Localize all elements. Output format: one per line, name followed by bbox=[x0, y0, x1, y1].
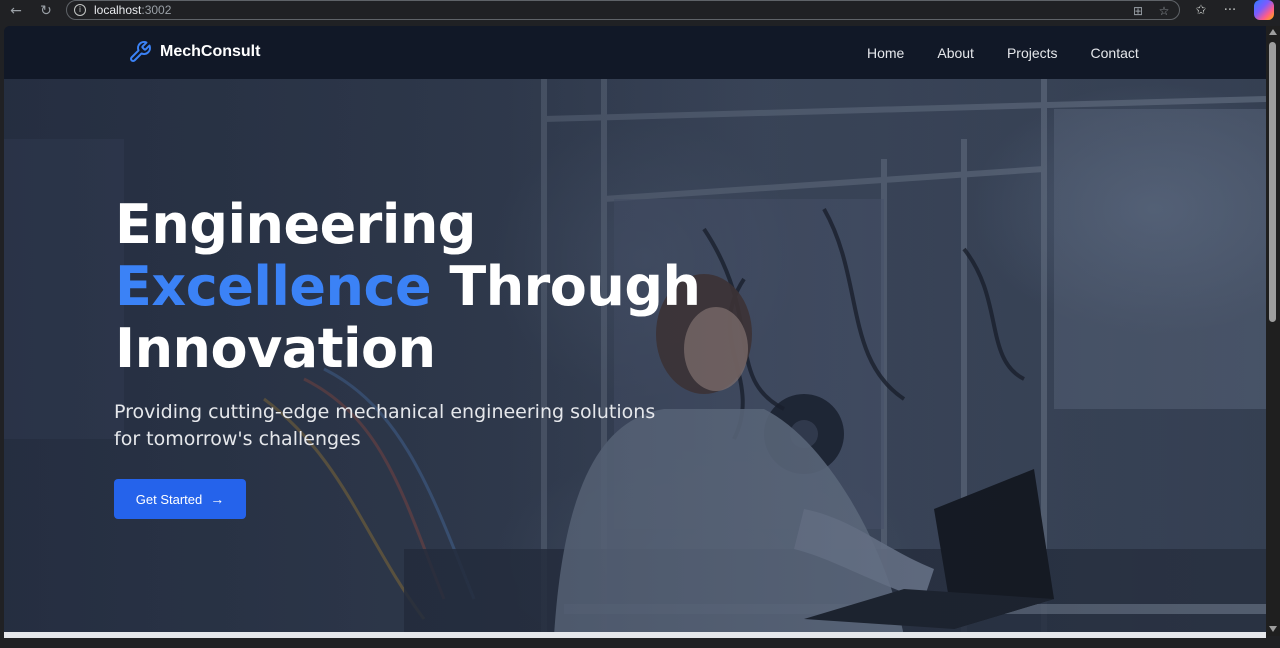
nav-link-contact[interactable]: Contact bbox=[1091, 45, 1139, 61]
back-button[interactable]: ← bbox=[6, 1, 26, 21]
hero-subtitle: Providing cutting-edge mechanical engine… bbox=[114, 401, 656, 450]
site-navbar: MechConsult Home About Projects Contact bbox=[4, 26, 1266, 79]
headline-through: Through bbox=[449, 255, 701, 318]
nav-links: Home About Projects Contact bbox=[867, 45, 1139, 61]
headline-line-3: Innovation bbox=[115, 317, 436, 380]
vertical-scrollbar[interactable] bbox=[1266, 26, 1280, 636]
more-icon[interactable]: ··· bbox=[1220, 1, 1240, 21]
nav-link-home[interactable]: Home bbox=[867, 45, 904, 61]
headline-line-1: Engineering bbox=[115, 193, 476, 256]
get-started-label: Get Started bbox=[135, 491, 203, 507]
nav-link-projects[interactable]: Projects bbox=[1007, 45, 1058, 61]
arrow-right-icon: → bbox=[210, 491, 225, 507]
get-started-button[interactable]: Get Started → bbox=[114, 479, 246, 519]
nav-link-about[interactable]: About bbox=[937, 45, 974, 61]
copilot-icon[interactable] bbox=[1254, 0, 1274, 20]
favorites-icon[interactable]: ✩ bbox=[1191, 1, 1211, 21]
split-screen-icon[interactable]: ⊞ bbox=[1129, 2, 1147, 20]
scroll-up-icon[interactable] bbox=[1269, 29, 1277, 35]
hero-section: Engineering Excellence Through Innovatio… bbox=[4, 79, 1266, 636]
browser-toolbar: ← ↻ i localhost:3002 ⊞ ☆ ✩ ··· bbox=[0, 0, 1280, 22]
hero-headline: Engineering Excellence Through Innovatio… bbox=[115, 194, 755, 380]
page-viewport: MechConsult Home About Projects Contact bbox=[4, 26, 1266, 636]
scroll-down-icon[interactable] bbox=[1269, 626, 1277, 632]
wrench-icon bbox=[128, 40, 152, 64]
brand[interactable]: MechConsult bbox=[128, 40, 260, 64]
browser-bottom-edge bbox=[0, 638, 1280, 648]
star-icon[interactable]: ☆ bbox=[1155, 2, 1173, 20]
address-bar[interactable]: i localhost:3002 ⊞ ☆ bbox=[66, 0, 1180, 20]
headline-accent: Excellence bbox=[115, 255, 432, 318]
url-port: :3002 bbox=[141, 3, 172, 17]
url-host: localhost bbox=[94, 3, 142, 17]
url-text: localhost:3002 bbox=[94, 3, 171, 17]
brand-name: MechConsult bbox=[160, 43, 261, 60]
scroll-thumb[interactable] bbox=[1269, 42, 1276, 322]
reload-button[interactable]: ↻ bbox=[36, 1, 56, 21]
info-icon[interactable]: i bbox=[74, 4, 86, 16]
